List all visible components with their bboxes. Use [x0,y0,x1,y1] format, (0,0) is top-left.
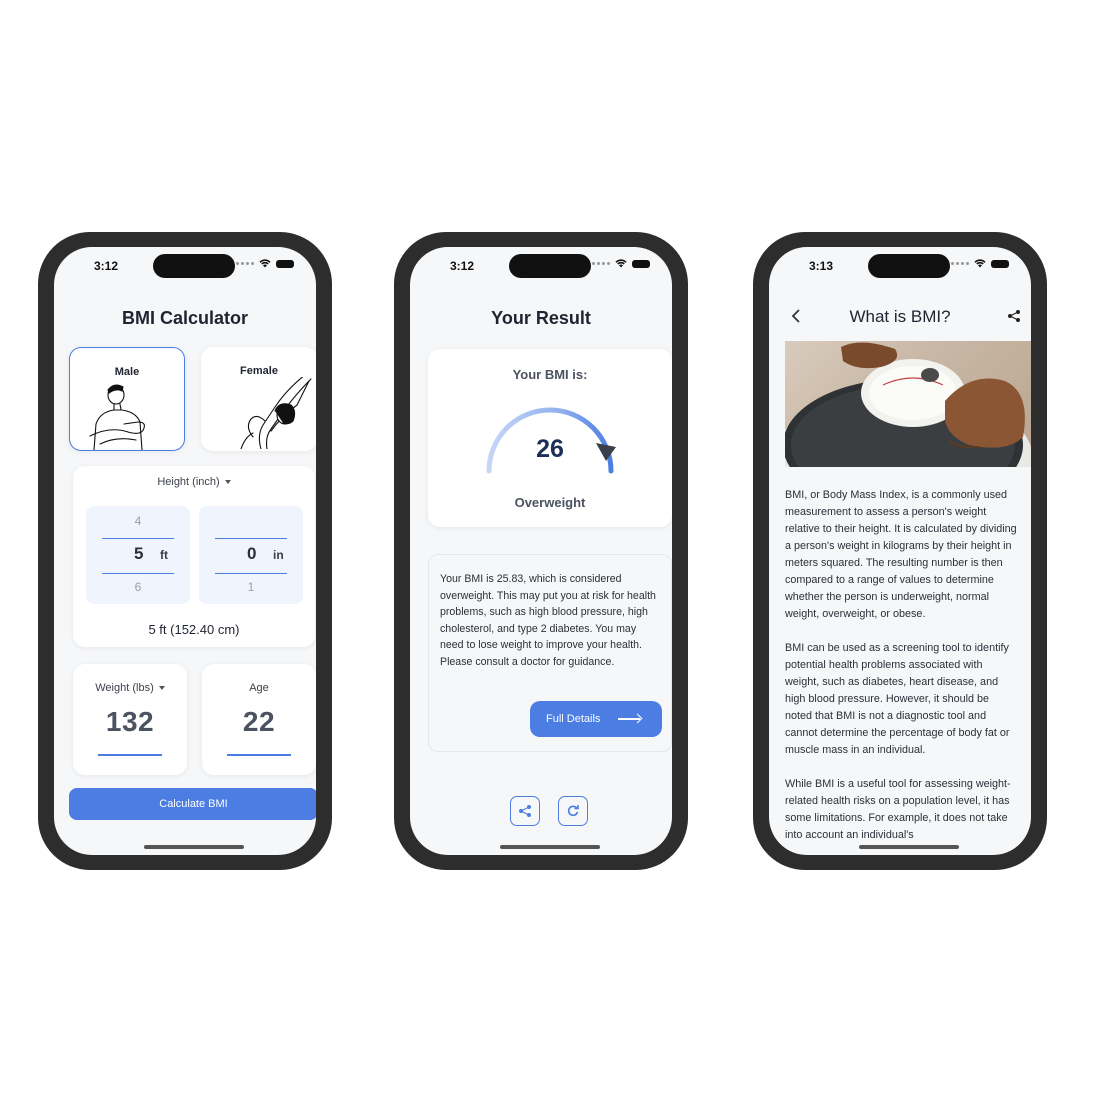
status-icons [236,259,294,268]
height-card: Height (inch) 4 5 ft 6 0 in 1 5 ft (152.… [73,466,315,647]
refresh-icon [567,805,579,817]
page-title: BMI Calculator [121,308,249,328]
article-nav-bar: What is BMI? [769,303,1031,331]
screen-article: 3:13 What is BMI? BMI, or Body Mass Inde… [769,247,1031,855]
bmi-result-card: Your BMI is: 26 Overweight [428,349,672,527]
bmi-category: Overweight [514,495,586,510]
article-title: What is BMI? [849,307,951,326]
signal-icon [592,262,610,265]
inches-next-value[interactable]: 1 [199,580,303,594]
chevron-down-icon [158,686,165,691]
dynamic-island [509,254,591,278]
status-time: 3:13 [809,259,834,273]
weight-unit-dropdown[interactable]: Weight (lbs) [73,682,187,694]
gender-male-label: Male [114,366,140,378]
age-label: Age [249,682,269,694]
inches-selected: 0 in [215,538,287,574]
arrow-right-icon [618,718,640,720]
status-icons [592,259,650,268]
recalculate-button[interactable] [558,796,588,826]
feet-unit: ft [160,548,168,562]
page-title: Your Result [491,308,591,328]
wifi-icon [974,259,986,268]
signal-icon [951,262,969,265]
weight-underline [98,754,162,756]
female-illustration [240,377,312,449]
status-time: 3:12 [450,259,475,273]
phone-result: 3:12 Your Result Your BMI is: 26 Overwei… [394,232,688,870]
screen-result: 3:12 Your Result Your BMI is: 26 Overwei… [410,247,672,855]
share-icon [519,805,531,817]
wifi-icon [259,259,271,268]
height-summary: 5 ft (152.40 cm) [148,622,240,637]
full-details-button[interactable]: Full Details [530,701,662,737]
age-value[interactable]: 22 [202,706,316,738]
status-icons [951,259,1009,268]
feet-selected: 5 ft [102,538,174,574]
article-paragraph: BMI, or Body Mass Index, is a commonly u… [785,489,1017,620]
gender-female-label: Female [240,365,278,377]
battery-icon [632,259,650,268]
bmi-value: 26 [536,435,564,463]
weight-value[interactable]: 132 [73,706,187,738]
height-unit-dropdown[interactable]: Height (inch) [73,476,315,488]
feet-picker[interactable]: 4 5 ft 6 [86,506,190,604]
article-paragraph: While BMI is a useful tool for assessing… [785,778,1011,841]
phone-calculator: 3:12 BMI Calculator Male Female Height (… [38,232,332,870]
bathroom-scale-image [785,341,1031,467]
dynamic-island [153,254,235,278]
feet-prev-value[interactable]: 4 [86,514,190,528]
inches-picker[interactable]: 0 in 1 [199,506,303,604]
full-details-label: Full Details [546,713,601,725]
result-description: Your BMI is 25.83, which is considered o… [440,573,656,668]
male-illustration [89,384,145,450]
inches-value: 0 [247,544,257,563]
feet-value: 5 [134,544,144,563]
signal-icon [236,262,254,265]
chevron-down-icon [224,480,231,485]
article-body: BMI, or Body Mass Index, is a commonly u… [785,487,1018,855]
result-description-card: Your BMI is 25.83, which is considered o… [428,554,672,752]
battery-icon [991,259,1009,268]
screen-calculator: 3:12 BMI Calculator Male Female Height (… [54,247,316,855]
gender-male-card[interactable]: Male [69,347,185,451]
phone-article: 3:13 What is BMI? BMI, or Body Mass Inde… [753,232,1047,870]
share-button[interactable] [510,796,540,826]
dynamic-island [868,254,950,278]
weight-label: Weight (lbs) [95,682,154,694]
feet-next-value[interactable]: 6 [86,580,190,594]
gender-female-card[interactable]: Female [201,347,316,451]
home-indicator[interactable] [859,845,959,849]
wifi-icon [615,259,627,268]
article-paragraph: BMI can be used as a screening tool to i… [785,642,1010,756]
age-underline [227,754,291,756]
bmi-caption: Your BMI is: [512,367,588,382]
inches-unit: in [273,548,284,562]
height-unit-label: Height (inch) [157,476,220,488]
age-card[interactable]: Age 22 [202,664,316,775]
home-indicator[interactable] [500,845,600,849]
battery-icon [276,259,294,268]
share-icon[interactable] [1007,309,1021,323]
calculate-bmi-button[interactable]: Calculate BMI [69,788,316,820]
weight-card[interactable]: Weight (lbs) 132 [73,664,187,775]
status-time: 3:12 [94,259,119,273]
home-indicator[interactable] [144,845,244,849]
